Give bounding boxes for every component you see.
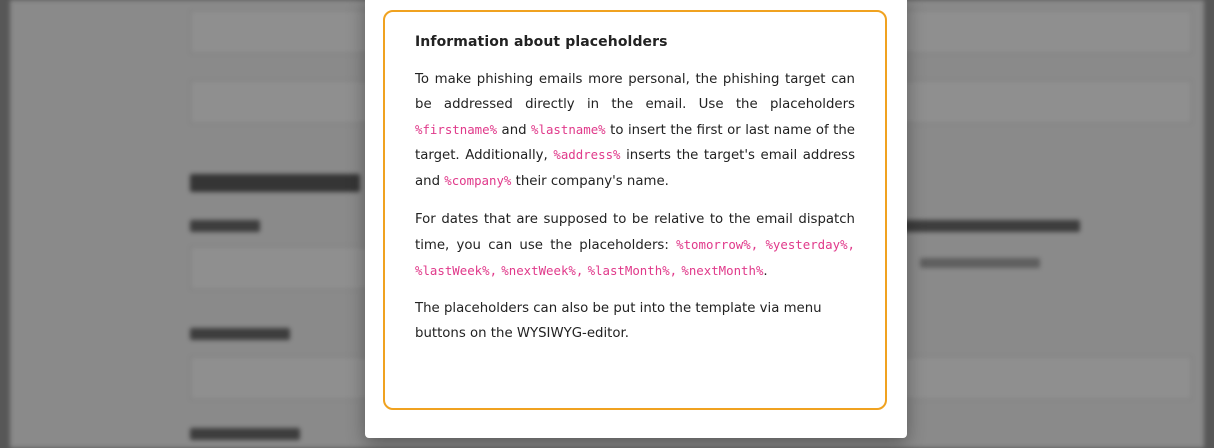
info-box: Information about placeholders To make p…: [383, 10, 887, 410]
placeholder-lastmonth: %lastMonth%,: [587, 262, 678, 278]
paragraph-dates: For dates that are supposed to be relati…: [415, 208, 855, 284]
placeholder-info-modal: Information about placeholders To make p…: [365, 0, 907, 438]
info-title: Information about placeholders: [415, 34, 668, 50]
placeholder-nextweek: %nextWeek%,: [501, 262, 584, 278]
paragraph-menu-buttons: The placeholders can also be put into th…: [415, 301, 822, 342]
placeholder-address: %address%: [553, 147, 621, 163]
text: their company's name.: [511, 174, 669, 190]
placeholder-nextmonth: %nextMonth%: [681, 262, 764, 278]
placeholder-company: %company%: [444, 173, 512, 189]
text: and: [497, 122, 532, 138]
placeholder-tomorrow: %tomorrow%,: [676, 236, 759, 252]
text: .: [763, 263, 768, 279]
text: To make phishing emails more personal, t…: [415, 72, 855, 112]
paragraph-personalization: To make phishing emails more personal, t…: [415, 68, 855, 195]
placeholder-yesterday: %yesterday%,: [765, 236, 855, 252]
placeholder-firstname: %firstname%: [415, 121, 498, 137]
placeholder-lastweek: %lastWeek%,: [415, 262, 498, 278]
placeholder-lastname: %lastname%: [531, 121, 606, 137]
